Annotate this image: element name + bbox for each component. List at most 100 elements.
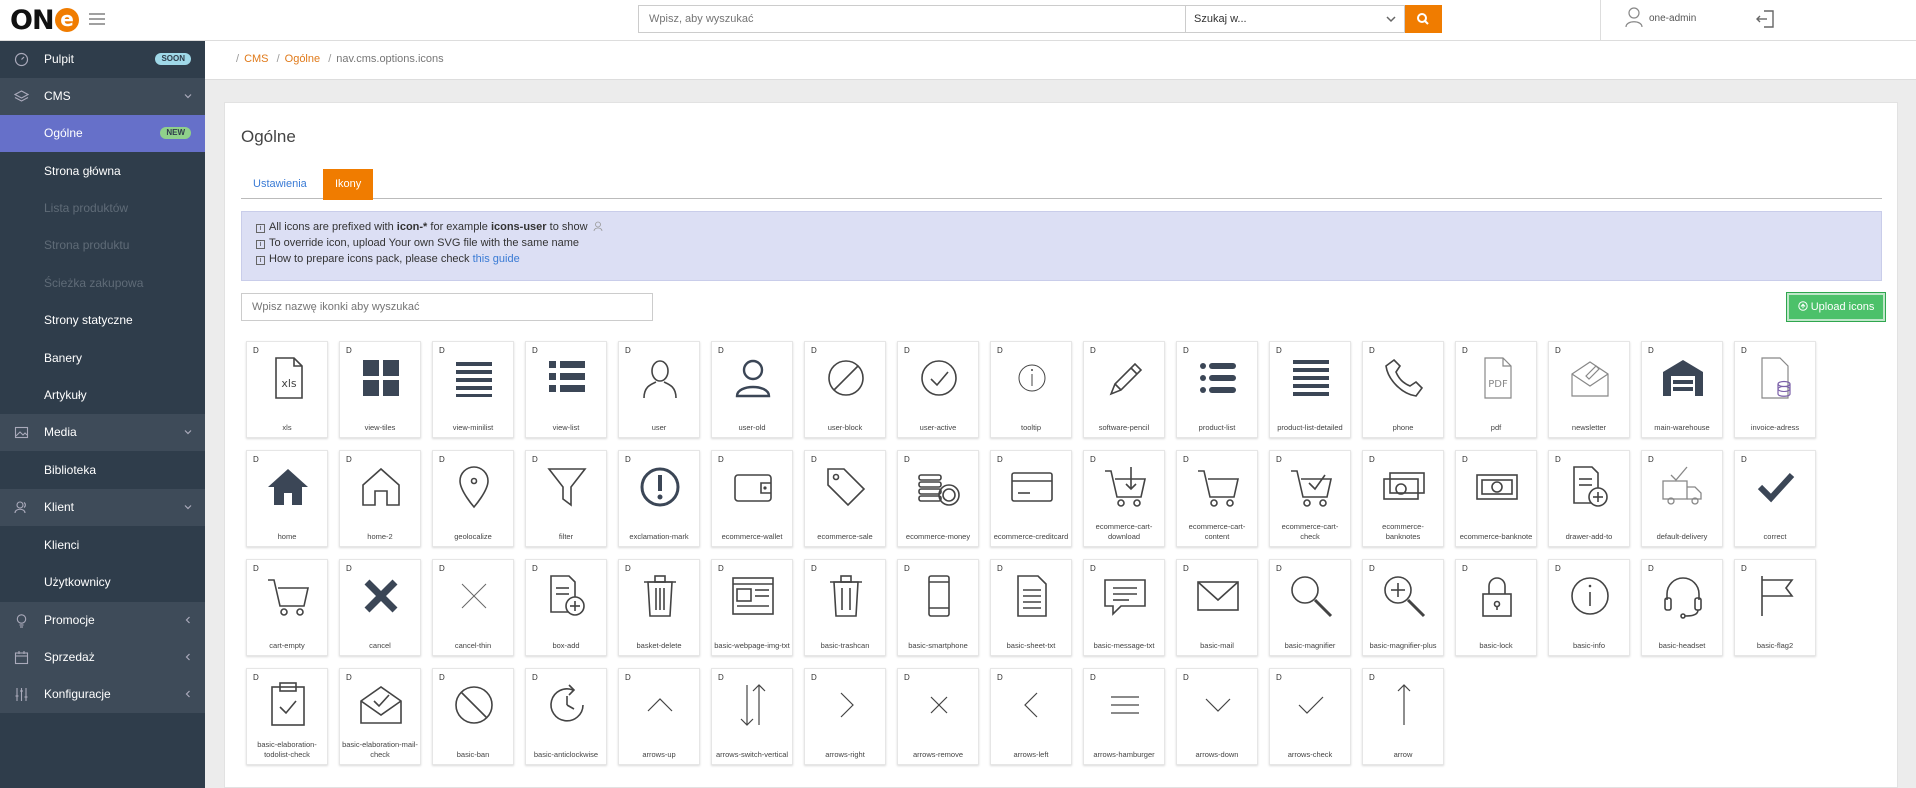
icon-tile[interactable]: Dfilter [525, 450, 607, 547]
icon-tile[interactable]: Dbasic-lock [1455, 559, 1537, 656]
icon-tile[interactable]: Dbasic-sheet-txt [990, 559, 1072, 656]
guide-link[interactable]: this guide [473, 253, 520, 265]
icon-tile[interactable]: Darrow [1362, 668, 1444, 765]
icon-tile[interactable]: Dproduct-list [1176, 341, 1258, 438]
icon-tile[interactable]: Dcancel [339, 559, 421, 656]
icon-tile[interactable]: Dmain-warehouse [1641, 341, 1723, 438]
icon-tile[interactable]: Dview-tiles [339, 341, 421, 438]
icon-tile[interactable]: Decommerce-money [897, 450, 979, 547]
user-icon[interactable] [1625, 6, 1643, 28]
icon-tile[interactable]: Darrows-left [990, 668, 1072, 765]
breadcrumb-link-cms[interactable]: CMS [244, 53, 268, 65]
sidebar-item-banery[interactable]: Banery [0, 340, 205, 377]
icon-tile[interactable]: Dcorrect [1734, 450, 1816, 547]
sidebar-item-pulpit[interactable]: Pulpit SOON [0, 41, 205, 78]
icon-tile[interactable]: Dbasic-info [1548, 559, 1630, 656]
sidebar-item-biblioteka[interactable]: Biblioteka [0, 452, 205, 489]
sidebar-item-media[interactable]: Media [0, 414, 205, 451]
icon-tile[interactable]: Decommerce-cart-check [1269, 450, 1351, 547]
icon-filter-input[interactable] [241, 293, 653, 321]
icon-tile[interactable]: Dbasic-smartphone [897, 559, 979, 656]
icon-tile[interactable]: Dbasic-flag2 [1734, 559, 1816, 656]
icon-tile[interactable]: Dexclamation-mark [618, 450, 700, 547]
icon-tile[interactable]: Darrows-check [1269, 668, 1351, 765]
icon-tile[interactable]: Dbox-add [525, 559, 607, 656]
icon-tile[interactable]: Dcart-empty [246, 559, 328, 656]
hamburger-menu-icon[interactable] [88, 12, 106, 26]
icon-tile[interactable]: Dview-minilist [432, 341, 514, 438]
icon-tile[interactable]: Dbasic-magnifier [1269, 559, 1351, 656]
icon-tile[interactable]: Dproduct-list-detailed [1269, 341, 1351, 438]
icon-tile[interactable]: Dbasic-mail [1176, 559, 1258, 656]
chevron-down-icon [184, 505, 192, 510]
icon-tile[interactable]: Ddrawer-add-to [1548, 450, 1630, 547]
icon-tile[interactable]: Darrows-down [1176, 668, 1258, 765]
sidebar-item-klienci[interactable]: Klienci [0, 527, 205, 564]
icon-tile[interactable]: Dcancel-thin [432, 559, 514, 656]
logout-icon[interactable] [1755, 9, 1775, 29]
icon-tile[interactable]: Decommerce-banknotes [1362, 450, 1444, 547]
icon-name: ecommerce-wallet [721, 532, 783, 541]
sidebar-item-konfiguracje[interactable]: Konfiguracje [0, 676, 205, 713]
icon-tile[interactable]: Dbasic-message-txt [1083, 559, 1165, 656]
icon-tile[interactable]: Decommerce-banknote [1455, 450, 1537, 547]
icon-tile[interactable]: Dbasic-webpage-img-txt [711, 559, 793, 656]
icon-tile[interactable]: Decommerce-sale [804, 450, 886, 547]
icon-tile[interactable]: Dhome-2 [339, 450, 421, 547]
icon-tile[interactable]: D PDF pdf [1455, 341, 1537, 438]
sidebar-item-sprzedaz[interactable]: Sprzedaż [0, 639, 205, 676]
tab-ustawienia[interactable]: Ustawienia [241, 169, 319, 200]
icon-tile[interactable]: Dbasic-elaboration-mail-check [339, 668, 421, 765]
search-input[interactable] [638, 5, 1186, 33]
icon-tile[interactable]: Darrows-hamburger [1083, 668, 1165, 765]
icon-tile[interactable]: Dbasic-headset [1641, 559, 1723, 656]
sidebar-item-artykuly[interactable]: Artykuły [0, 377, 205, 414]
icon-tile[interactable]: Dbasic-trashcan [804, 559, 886, 656]
logo[interactable]: ON e [10, 5, 79, 36]
icon-tile[interactable]: Duser-old [711, 341, 793, 438]
icon-tile[interactable]: Darrows-remove [897, 668, 979, 765]
sidebar-item-ogolne[interactable]: Ogólne NEW [0, 115, 205, 152]
icon-tile[interactable]: Duser [618, 341, 700, 438]
icon-tile[interactable]: Dinvoice-adress [1734, 341, 1816, 438]
default-badge: D [1369, 673, 1375, 682]
icon-tile[interactable]: Decommerce-cart-content [1176, 450, 1258, 547]
icon-tile[interactable]: Darrows-switch-vertical [711, 668, 793, 765]
icon-tile[interactable]: Dsoftware-pencil [1083, 341, 1165, 438]
breadcrumb-link-ogolne[interactable]: Ogólne [285, 53, 320, 65]
icon-tile[interactable]: Decommerce-creditcard [990, 450, 1072, 547]
icon-tile[interactable]: Duser-active [897, 341, 979, 438]
default-badge: D [346, 455, 352, 464]
icon-tile[interactable]: Dhome [246, 450, 328, 547]
icon-name: basic-ban [456, 750, 490, 759]
search-button[interactable] [1405, 5, 1442, 33]
sidebar-item-uzytkownicy[interactable]: Użytkownicy [0, 564, 205, 601]
icon-tile[interactable]: Dnewsletter [1548, 341, 1630, 438]
icon-tile[interactable]: Dview-list [525, 341, 607, 438]
icon-tile[interactable]: Ddefault-delivery [1641, 450, 1723, 547]
icon-tile[interactable]: Decommerce-wallet [711, 450, 793, 547]
icon-tile[interactable]: Darrows-up [618, 668, 700, 765]
upload-icons-button[interactable]: Upload icons [1786, 292, 1886, 322]
icon-tile[interactable]: Dbasket-delete [618, 559, 700, 656]
sidebar-item-strony-statyczne[interactable]: Strony statyczne [0, 302, 205, 339]
icon-tile[interactable]: Dphone [1362, 341, 1444, 438]
default-badge: D [1090, 346, 1096, 355]
sidebar-item-strona-glowna[interactable]: Strona główna [0, 153, 205, 190]
icon-tile[interactable]: Dbasic-anticlockwise [525, 668, 607, 765]
user-name[interactable]: one-admin [1649, 13, 1696, 24]
search-scope-select[interactable]: Szukaj w... [1185, 5, 1405, 33]
icon-tile[interactable]: Darrows-right [804, 668, 886, 765]
icon-tile[interactable]: Dgeolocalize [432, 450, 514, 547]
sidebar-item-cms[interactable]: CMS [0, 78, 205, 115]
icon-tile[interactable]: Dbasic-elaboration-todolist-check [246, 668, 328, 765]
icon-tile[interactable]: Dbasic-magnifier-plus [1362, 559, 1444, 656]
icon-tile[interactable]: Dxls xls [246, 341, 328, 438]
icon-tile[interactable]: Dbasic-ban [432, 668, 514, 765]
tab-ikony[interactable]: Ikony [323, 169, 374, 200]
icon-tile[interactable]: Decommerce-cart-download [1083, 450, 1165, 547]
sidebar-item-klient[interactable]: Klient [0, 489, 205, 526]
sidebar-item-promocje[interactable]: Promocje [0, 602, 205, 639]
icon-tile[interactable]: Dtooltip [990, 341, 1072, 438]
icon-tile[interactable]: Duser-block [804, 341, 886, 438]
